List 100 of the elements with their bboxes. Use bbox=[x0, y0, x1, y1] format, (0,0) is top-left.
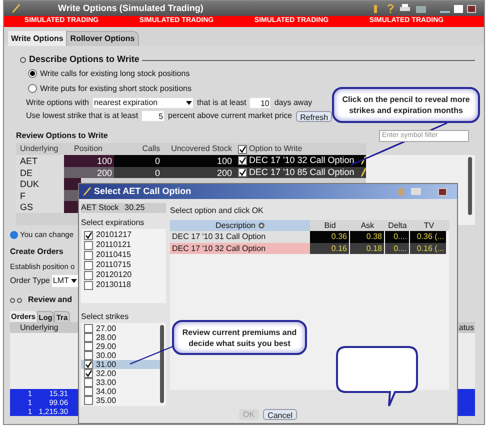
instruction-text: Select option and click OK bbox=[170, 205, 264, 217]
column-header[interactable]: Description bbox=[170, 220, 310, 231]
tab[interactable]: Rollover Options bbox=[66, 31, 139, 46]
dialog-button[interactable]: Cancel bbox=[262, 409, 298, 420]
table-cell: AET bbox=[16, 155, 64, 166]
table-cell: 0.36 (... bbox=[410, 231, 446, 242]
dropdown-arrow-icon bbox=[70, 279, 77, 284]
strike-value: 35.00 bbox=[96, 396, 116, 404]
maximize-icon[interactable] bbox=[454, 4, 463, 12]
order-type-dropdown[interactable]: LMT bbox=[52, 275, 78, 288]
checkbox[interactable] bbox=[84, 342, 93, 351]
close-icon[interactable] bbox=[438, 188, 447, 196]
radio-label: Write puts for existing short stock positions bbox=[40, 82, 192, 94]
dropdown-arrow-icon bbox=[186, 100, 192, 104]
expiration-item[interactable]: 20120120 bbox=[96, 269, 132, 281]
table-cell-text: 0 bbox=[154, 155, 161, 166]
checkbox[interactable] bbox=[84, 324, 93, 333]
strike-value: 33.00 bbox=[96, 378, 116, 386]
close-icon[interactable] bbox=[467, 4, 476, 12]
table-cell: F bbox=[16, 190, 64, 201]
column-header: Calls bbox=[141, 143, 161, 155]
days-field[interactable]: 10 bbox=[250, 98, 270, 108]
expiration-item[interactable]: 20101217 bbox=[96, 229, 132, 241]
collapse-icon[interactable] bbox=[20, 57, 26, 63]
table-cell: 100 bbox=[64, 155, 114, 166]
strike-row[interactable]: 27.00 bbox=[81, 324, 160, 333]
column-header: Underlying bbox=[19, 322, 60, 334]
strike-value: 28.00 bbox=[96, 334, 116, 342]
checkbox[interactable] bbox=[84, 351, 93, 360]
leader-line bbox=[130, 345, 174, 365]
strike-row[interactable]: 34.00 bbox=[81, 387, 160, 396]
expiration-dropdown[interactable]: nearest expiration bbox=[93, 98, 193, 108]
strike-row[interactable]: 31.00 bbox=[81, 360, 160, 369]
column-header: Ask bbox=[360, 220, 376, 232]
column-header: Delta bbox=[387, 220, 408, 232]
pen-icon bbox=[12, 4, 20, 13]
table-cell: 0.... bbox=[385, 242, 409, 254]
strike-row[interactable]: 29.00 bbox=[81, 342, 160, 351]
table-cell: 0.38 bbox=[350, 231, 384, 242]
checkbox[interactable] bbox=[238, 144, 247, 154]
expiration-item[interactable]: 20110715 bbox=[96, 259, 131, 271]
column-header: Bid bbox=[323, 220, 337, 232]
list-label: Select strikes bbox=[81, 311, 130, 323]
column-header: Uncovered Stock bbox=[170, 143, 233, 155]
expiration-item[interactable]: 20110415 bbox=[96, 249, 131, 261]
checkbox[interactable] bbox=[84, 387, 93, 396]
checkbox[interactable] bbox=[84, 369, 93, 378]
strike-value: 29.00 bbox=[96, 342, 116, 350]
help-icon[interactable] bbox=[387, 4, 394, 13]
table-cell: 0.16 (... bbox=[410, 242, 446, 254]
radio-button[interactable] bbox=[28, 84, 37, 93]
table-cell[interactable]: DEC 17 '10 32 Call Option bbox=[170, 242, 310, 254]
column-header: Underlying bbox=[19, 143, 60, 155]
strike-row[interactable]: 30.00 bbox=[81, 351, 160, 360]
strike-value: 34.00 bbox=[96, 388, 116, 396]
column-header: atus bbox=[458, 322, 475, 334]
checkbox[interactable] bbox=[84, 333, 93, 342]
checkbox[interactable] bbox=[238, 168, 247, 177]
column-header: TV bbox=[422, 220, 436, 232]
strike-row[interactable]: 35.00 bbox=[81, 396, 160, 405]
checkbox[interactable] bbox=[84, 240, 93, 250]
checkbox[interactable] bbox=[84, 378, 93, 387]
checkbox[interactable] bbox=[84, 230, 93, 240]
radio-button[interactable] bbox=[28, 69, 37, 78]
checkbox[interactable] bbox=[84, 270, 93, 280]
checkbox[interactable] bbox=[84, 250, 93, 260]
dialog-title: Select AET Call Option bbox=[94, 184, 192, 198]
strike-row[interactable]: 32.00 bbox=[81, 369, 160, 378]
expiration-item[interactable]: 20130118 bbox=[96, 279, 131, 291]
column-header: Option to Write bbox=[249, 143, 302, 155]
table-cell: DE bbox=[16, 166, 64, 178]
table-cell: 0.18 bbox=[350, 242, 384, 254]
checkbox[interactable] bbox=[84, 396, 93, 405]
strike-value: 32.00 bbox=[96, 370, 116, 378]
section-title: Review and bbox=[28, 294, 72, 306]
window-title: Write Options (Simulated Trading) bbox=[58, 2, 204, 15]
refresh-button[interactable]: Refresh bbox=[296, 110, 332, 122]
minimize-icon[interactable] bbox=[440, 10, 450, 12]
strike-row[interactable]: 28.00 bbox=[81, 333, 160, 342]
checkbox[interactable] bbox=[84, 260, 93, 270]
callout: Review current premiums and decide what suits you best bbox=[172, 320, 307, 355]
tab[interactable]: Write Options bbox=[8, 31, 66, 46]
field-label: Write options with bbox=[26, 96, 89, 108]
stock-label: AET Stock bbox=[81, 202, 119, 214]
checkbox[interactable] bbox=[238, 156, 247, 166]
checkbox[interactable] bbox=[84, 360, 93, 369]
table-cell[interactable]: DEC 17 '10 31 Call Option bbox=[170, 231, 310, 242]
checkbox[interactable] bbox=[84, 280, 93, 290]
strike-value: 30.00 bbox=[96, 352, 116, 360]
percent-field[interactable]: 5 bbox=[142, 111, 164, 121]
strike-row[interactable]: 33.00 bbox=[81, 378, 160, 387]
section-title: Create Orders bbox=[10, 246, 64, 258]
callout: Click on the pencil to reveal more strikes and expiration months bbox=[332, 87, 480, 123]
table-cell: 200 bbox=[64, 166, 114, 178]
scrollbar[interactable] bbox=[468, 157, 472, 215]
scrollbar[interactable] bbox=[160, 325, 164, 403]
strike-value: 27.00 bbox=[96, 324, 116, 332]
expiration-item[interactable]: 20110121 bbox=[96, 239, 131, 251]
table-cell-text: 200 bbox=[216, 166, 233, 178]
info-icon bbox=[10, 231, 18, 239]
